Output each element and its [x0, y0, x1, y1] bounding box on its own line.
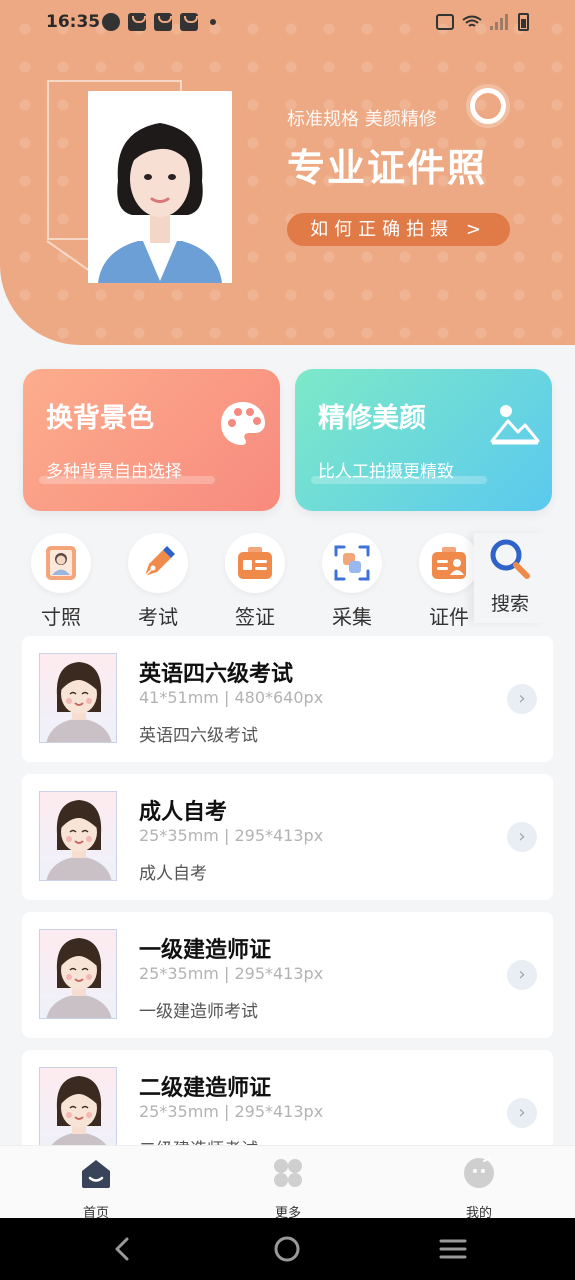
- category-icon-bg: [225, 533, 285, 593]
- change-background-card[interactable]: 换背景色 多种背景自由选择: [23, 369, 280, 511]
- status-time: 16:35: [46, 12, 101, 32]
- item-description: 英语四六级考试: [139, 726, 258, 746]
- palette-icon: [221, 402, 265, 445]
- app-notification-icon: [102, 13, 120, 31]
- card-subtitle: 比人工拍摄更精致: [318, 462, 454, 482]
- category-icon-bg: [31, 533, 91, 593]
- item-thumbnail: [39, 791, 117, 881]
- nav-profile[interactable]: 我的: [429, 1156, 529, 1221]
- hero-banner: 16:35 标准规格 美颜精修 专业证件照 如何正确拍摄 >: [0, 0, 575, 345]
- signal-icon: [490, 14, 510, 30]
- more-notifications-icon: [210, 19, 216, 25]
- ring-decoration-icon: [470, 88, 506, 124]
- category-inch-photo[interactable]: 寸照: [21, 533, 101, 630]
- item-thumbnail: [39, 929, 117, 1019]
- item-spec: 25*35mm | 295*413px: [139, 826, 324, 845]
- category-label: 签证: [235, 605, 275, 629]
- chevron-right-icon[interactable]: ›: [507, 822, 537, 852]
- card-subtitle: 多种背景自由选择: [46, 462, 182, 482]
- chevron-right-icon[interactable]: ›: [507, 684, 537, 714]
- item-spec: 41*51mm | 480*640px: [139, 688, 324, 707]
- item-thumbnail: [39, 653, 117, 743]
- item-title: 成人自考: [139, 800, 228, 825]
- chevron-right-icon[interactable]: ›: [507, 960, 537, 990]
- image-icon: [490, 405, 540, 445]
- chevron-right-icon[interactable]: ›: [507, 1098, 537, 1128]
- avatar-illustration: [46, 1076, 112, 1156]
- category-visa[interactable]: 签证: [215, 533, 295, 630]
- home-icon: [82, 1160, 110, 1188]
- grid-icon: [274, 1159, 302, 1187]
- list-item[interactable]: 成人自考 25*35mm | 295*413px 成人自考 ›: [22, 774, 553, 900]
- shopping-bag-icon: [154, 13, 172, 31]
- back-icon[interactable]: [107, 1236, 137, 1262]
- nav-more[interactable]: 更多: [238, 1156, 338, 1221]
- avatar-illustration: [46, 662, 112, 742]
- category-label: 考试: [138, 605, 178, 629]
- how-to-shoot-button[interactable]: 如何正确拍摄 >: [287, 213, 510, 246]
- item-title: 英语四六级考试: [139, 662, 294, 687]
- list-item[interactable]: 一级建造师证 25*35mm | 295*413px 一级建造师考试 ›: [22, 912, 553, 1038]
- category-label: 采集: [332, 605, 372, 629]
- item-thumbnail: [39, 1067, 117, 1157]
- card-title: 换背景色: [46, 403, 154, 434]
- category-bar: 寸照 考试 签证 采集 证件 搜索: [0, 533, 575, 630]
- system-navigation-bar: [0, 1218, 575, 1280]
- avatar-illustration: [46, 800, 112, 880]
- id-card-icon: [432, 547, 466, 579]
- item-description: 一级建造师考试: [139, 1002, 258, 1022]
- battery-icon: [518, 13, 529, 31]
- visa-icon: [238, 547, 272, 579]
- home-circle-icon[interactable]: [272, 1236, 302, 1262]
- search-button[interactable]: 搜索: [474, 533, 546, 623]
- wifi-icon: [462, 15, 482, 27]
- portrait-icon: [46, 546, 76, 580]
- bottom-navigation: 首页 更多 我的: [0, 1145, 575, 1221]
- shopping-bag-icon: [128, 13, 146, 31]
- list-item[interactable]: 英语四六级考试 41*51mm | 480*640px 英语四六级考试 ›: [22, 636, 553, 762]
- scan-icon: [334, 545, 370, 581]
- notification-icons: [102, 13, 216, 31]
- category-icon-bg: [128, 533, 188, 593]
- category-icon-bg: [419, 533, 479, 593]
- profile-icon: [464, 1157, 494, 1188]
- status-bar: 16:35: [0, 0, 575, 48]
- item-title: 二级建造师证: [139, 1076, 272, 1101]
- beauty-retouch-card[interactable]: 精修美颜 比人工拍摄更精致: [295, 369, 552, 511]
- portrait-illustration: [88, 91, 232, 283]
- shopping-bag-icon: [180, 13, 198, 31]
- card-title: 精修美颜: [318, 403, 426, 434]
- system-icons: [436, 13, 529, 31]
- item-description: 成人自考: [139, 864, 207, 884]
- sample-id-photo: [88, 91, 232, 283]
- search-icon: [490, 539, 530, 579]
- category-exam[interactable]: 考试: [118, 533, 198, 630]
- pen-icon: [144, 546, 175, 577]
- item-spec: 25*35mm | 295*413px: [139, 964, 324, 983]
- hero-title: 专业证件照: [287, 146, 488, 190]
- item-spec: 25*35mm | 295*413px: [139, 1102, 324, 1121]
- category-icon-bg: [322, 533, 382, 593]
- category-label: 寸照: [41, 605, 81, 629]
- category-capture[interactable]: 采集: [312, 533, 392, 630]
- avatar-illustration: [46, 938, 112, 1018]
- item-title: 一级建造师证: [139, 938, 272, 963]
- search-label: 搜索: [490, 593, 529, 615]
- vibrate-icon: [436, 14, 454, 30]
- hero-subtitle: 标准规格 美颜精修: [287, 109, 437, 130]
- nav-home[interactable]: 首页: [46, 1156, 146, 1221]
- menu-icon[interactable]: [438, 1236, 468, 1262]
